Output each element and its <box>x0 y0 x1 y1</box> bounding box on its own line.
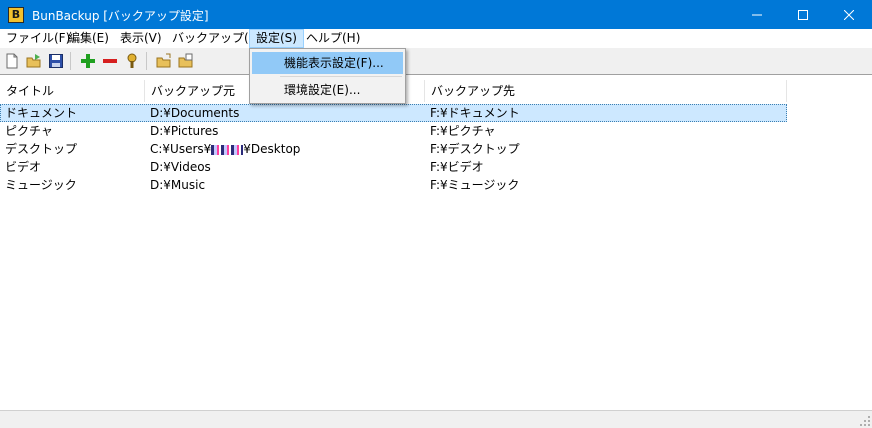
toolbar <box>0 48 872 75</box>
new-file-icon <box>6 53 18 69</box>
add-button[interactable] <box>78 51 98 71</box>
backup-list[interactable]: タイトル バックアップ元 バックアップ先 ドキュメント D:¥Documents… <box>0 80 872 410</box>
list-item[interactable]: デスクトップ C:¥Users¥ ¥Desktop F:¥デスクトップ <box>0 140 787 158</box>
column-title[interactable]: タイトル <box>0 80 145 102</box>
menu-settings[interactable]: 設定(S) <box>249 29 304 48</box>
remove-icon <box>103 59 117 63</box>
list-item[interactable]: ドキュメント D:¥Documents F:¥ドキュメント <box>0 104 787 122</box>
list-item[interactable]: ミュージック D:¥Music F:¥ミュージック <box>0 176 787 194</box>
status-bar <box>0 410 872 428</box>
save-icon <box>49 54 63 68</box>
row-title: ピクチャ <box>5 124 53 138</box>
restore-folder-icon <box>178 53 193 68</box>
save-button[interactable] <box>46 51 66 71</box>
menu-help[interactable]: ヘルプ(H) <box>300 29 366 48</box>
redacted-username <box>211 144 244 155</box>
source-suffix: ¥Desktop <box>243 142 301 156</box>
maximize-icon <box>798 9 808 20</box>
menu-separator <box>280 76 402 77</box>
open-button[interactable] <box>24 51 44 71</box>
row-source: D:¥Videos <box>150 160 211 174</box>
menu-item-environment-settings[interactable]: 環境設定(E)... <box>252 79 403 101</box>
row-source: D:¥Pictures <box>150 124 219 138</box>
maximize-button[interactable] <box>780 0 826 29</box>
minimize-button[interactable] <box>734 0 780 29</box>
add-icon <box>81 54 95 68</box>
close-icon <box>844 9 854 20</box>
row-title: ビデオ <box>5 160 42 174</box>
settings-dropdown: 機能表示設定(F)... 環境設定(E)... <box>249 48 406 104</box>
open-folder-icon <box>26 54 41 68</box>
close-button[interactable] <box>826 0 872 29</box>
restore-button[interactable] <box>176 51 196 71</box>
window-title: BunBackup [バックアップ設定] <box>32 9 209 23</box>
menu-view[interactable]: 表示(V) <box>114 29 168 48</box>
menu-bar: ファイル(F) 編集(E) 表示(V) バックアップ(B) 設定(S) ヘルプ(… <box>0 29 872 49</box>
row-destination: F:¥ミュージック <box>430 178 520 192</box>
resize-grip-icon[interactable] <box>859 415 871 427</box>
remove-button[interactable] <box>100 51 120 71</box>
backup-button[interactable] <box>154 51 174 71</box>
row-title: デスクトップ <box>5 142 78 156</box>
column-destination[interactable]: バックアップ先 <box>425 80 787 102</box>
properties-button[interactable] <box>122 51 142 71</box>
backup-folder-icon <box>156 53 171 68</box>
row-source: D:¥Music <box>150 178 206 192</box>
list-header: タイトル バックアップ元 バックアップ先 <box>0 80 872 102</box>
row-title: ミュージック <box>5 178 77 192</box>
bunbackup-icon[interactable]: B <box>8 7 24 23</box>
list-item[interactable]: ビデオ D:¥Videos F:¥ビデオ <box>0 158 787 176</box>
row-destination: F:¥ビデオ <box>430 160 484 174</box>
minimize-icon <box>752 14 762 15</box>
menu-edit[interactable]: 編集(E) <box>62 29 115 48</box>
source-prefix: C:¥Users¥ <box>150 142 212 156</box>
row-source: D:¥Documents <box>150 106 240 120</box>
row-destination: F:¥デスクトップ <box>430 142 520 156</box>
new-button[interactable] <box>2 51 22 71</box>
menu-item-display-settings[interactable]: 機能表示設定(F)... <box>252 52 403 74</box>
row-title: ドキュメント <box>5 106 78 120</box>
list-item[interactable]: ピクチャ D:¥Pictures F:¥ピクチャ <box>0 122 787 140</box>
row-source: C:¥Users¥ ¥Desktop <box>145 140 430 158</box>
row-destination: F:¥ドキュメント <box>430 106 520 120</box>
title-bar[interactable]: B BunBackup [バックアップ設定] <box>0 0 872 29</box>
row-destination: F:¥ピクチャ <box>430 124 496 138</box>
properties-icon <box>127 53 137 68</box>
